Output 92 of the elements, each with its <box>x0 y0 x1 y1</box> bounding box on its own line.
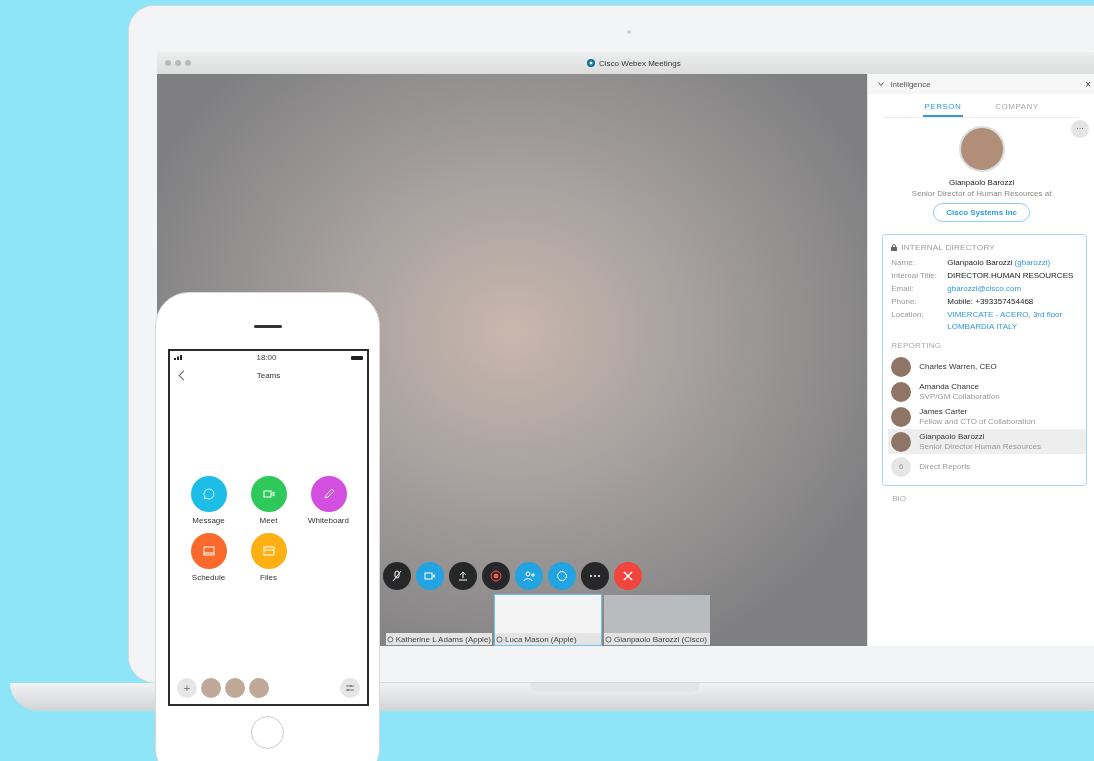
avatar <box>225 678 245 698</box>
person-role: Fellow and CTO of Collaboration <box>919 417 1036 426</box>
upload-icon <box>457 570 469 582</box>
video-camera-icon <box>424 570 436 582</box>
camera-dot <box>627 30 631 34</box>
person-row[interactable]: James Carter Fellow and CTO of Collaboration <box>888 404 1086 429</box>
avatar <box>891 381 912 402</box>
screen-title: Teams <box>256 370 281 380</box>
status-time: 18:00 <box>256 353 277 362</box>
more-button[interactable] <box>581 562 609 590</box>
schedule-icon <box>201 544 216 558</box>
app-logo-icon <box>587 59 595 67</box>
participants-button[interactable] <box>515 562 543 590</box>
chat-bubble-icon <box>556 570 568 582</box>
files-icon <box>261 544 276 558</box>
person-title: Senior Director of Human Resources at <box>911 189 1052 198</box>
chat-button[interactable] <box>548 562 576 590</box>
field-link[interactable]: LOMBARDIA ITALY <box>947 322 1018 331</box>
person-name: Gianpaolo Barozzi <box>919 432 986 441</box>
more-button[interactable]: ··· <box>1071 120 1089 138</box>
person-name: Amanda Chance <box>919 382 980 391</box>
battery-icon <box>351 355 363 360</box>
participant-name: Gianpaolo Barozzi (Cisco) <box>614 634 707 644</box>
schedule-app-button[interactable] <box>190 533 227 569</box>
avatar <box>958 126 1005 172</box>
share-button[interactable] <box>449 562 477 590</box>
end-button[interactable] <box>614 562 642 590</box>
field-link[interactable]: VIMERCATE - ACERO, 3rd floor <box>947 310 1063 319</box>
participant-thumbnail[interactable]: Gianpaolo Barozzi (Cisco) <box>603 594 711 646</box>
pin-icon <box>605 635 612 643</box>
avatar <box>891 431 912 452</box>
person-row[interactable]: Charles Warren, CEO <box>888 354 1086 379</box>
meet-app-button[interactable] <box>250 476 287 512</box>
signal-icon <box>174 355 182 360</box>
person-name: James Carter <box>919 407 969 416</box>
count-badge: 6 <box>891 456 912 477</box>
mute-button[interactable] <box>383 562 411 590</box>
participant-name: Katherine L Adams (Apple) <box>395 634 491 644</box>
avatar <box>891 406 912 427</box>
record-icon <box>490 570 502 582</box>
field-value: DIRECTOR.HUMAN RESOURCES <box>947 271 1074 280</box>
handle-link[interactable]: (gbarozzi) <box>1014 258 1051 267</box>
app-label: Whiteboard <box>308 516 349 525</box>
avatar <box>891 356 912 377</box>
lock-icon <box>891 244 898 251</box>
field-label: Name: <box>891 258 916 267</box>
person-role: Senior Director Human Resources <box>919 442 1042 451</box>
person-role: SVP/GM Collaboration <box>919 392 1000 401</box>
message-app-button[interactable] <box>190 476 227 512</box>
add-person-icon <box>523 570 535 582</box>
meet-icon <box>261 487 276 501</box>
field-value: Gianpaolo Barozzi <box>947 258 1013 267</box>
chevron-down-icon[interactable] <box>878 82 885 86</box>
section-heading: INTERNAL DIRECTORY <box>901 243 995 252</box>
person-name: Gianpaolo Barozzi <box>948 178 1015 187</box>
whiteboard-app-button[interactable] <box>310 476 347 512</box>
files-app-button[interactable] <box>250 533 287 569</box>
participant-thumbnail[interactable]: Luca Mason (Apple) <box>494 594 602 646</box>
avatar <box>249 678 269 698</box>
window-title: Cisco Webex Meetings <box>599 58 681 68</box>
app-label: Meet <box>259 516 278 525</box>
pin-icon <box>387 635 394 643</box>
app-label: Files <box>260 573 277 582</box>
add-button[interactable]: + <box>177 678 197 698</box>
panel-title: Intelligence <box>890 79 932 89</box>
whiteboard-icon <box>321 487 336 501</box>
field-label: Location: <box>891 310 925 321</box>
microphone-off-icon <box>391 570 403 582</box>
field-label: Phone: <box>891 297 918 306</box>
app-label: Message <box>192 516 225 525</box>
field-label: Internal Title: <box>891 271 939 280</box>
participant-name: Luca Mason (Apple) <box>505 634 577 644</box>
avatar <box>201 678 221 698</box>
person-name: Charles Warren, CEO <box>919 362 997 371</box>
app-label: Schedule <box>191 573 226 582</box>
field-link[interactable]: gbarozzi@cisco.com <box>947 284 1022 293</box>
record-button[interactable] <box>482 562 510 590</box>
message-icon <box>201 487 216 501</box>
close-button[interactable]: × <box>1085 78 1091 90</box>
speaker-icon <box>254 325 282 328</box>
section-heading: REPORTING <box>891 341 943 350</box>
close-icon <box>622 570 634 582</box>
person-row[interactable]: Amanda Chance SVP/GM Collaboration <box>888 379 1086 404</box>
field-value: Mobile: +393357454468 <box>947 297 1034 306</box>
field-label: Email: <box>891 284 915 293</box>
pin-icon <box>496 635 503 643</box>
settings-button[interactable] <box>340 678 360 698</box>
sliders-icon <box>345 684 355 692</box>
camera-button[interactable] <box>416 562 444 590</box>
section-heading: BIO <box>892 494 907 503</box>
participant-thumbnail[interactable]: Katherine L Adams (Apple) <box>385 594 493 646</box>
person-row[interactable]: Gianpaolo Barozzi Senior Director Human Resources <box>888 429 1086 454</box>
